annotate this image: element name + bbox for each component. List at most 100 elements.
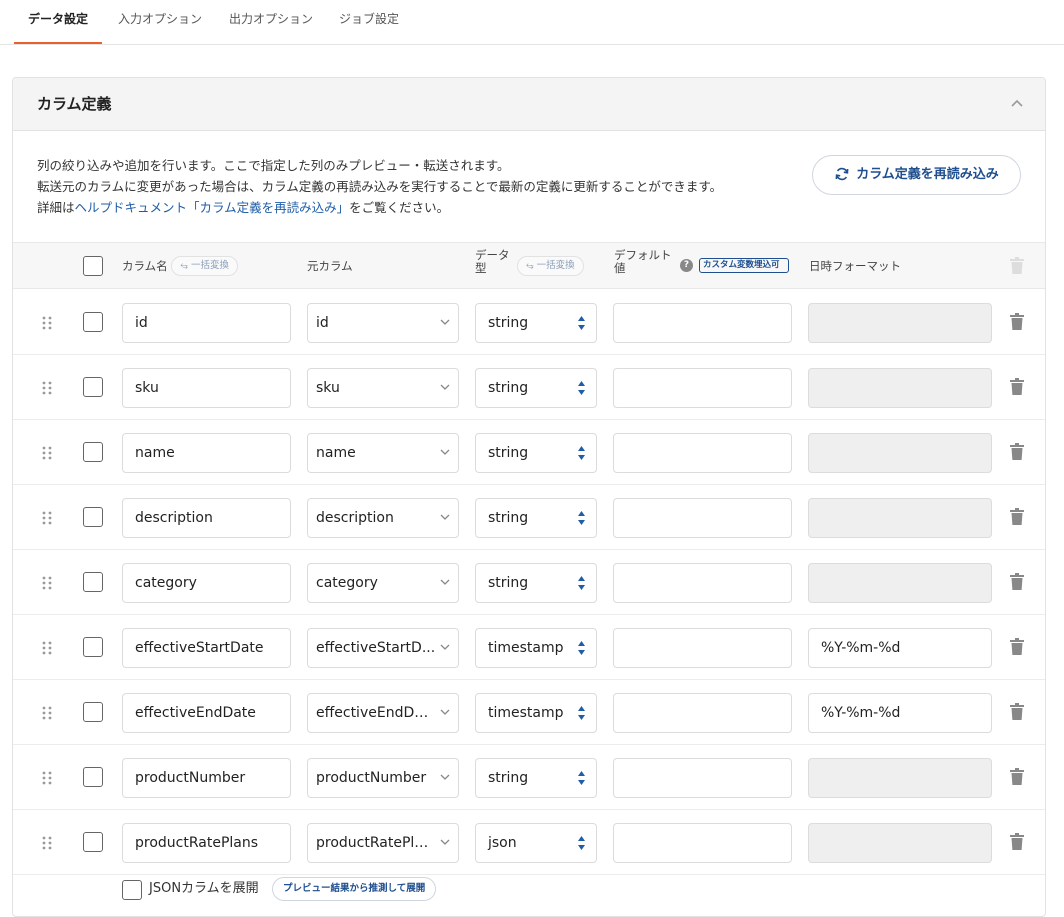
table-row: effectiveEndDate effectiveEndDate timest… (13, 680, 1045, 745)
data-type-select[interactable]: json (475, 823, 597, 863)
trash-icon[interactable] (1010, 768, 1024, 786)
column-name-input[interactable]: productRatePlans (122, 823, 291, 863)
row-checkbox[interactable] (83, 767, 103, 787)
default-value-input[interactable] (613, 628, 792, 668)
data-type-select[interactable]: string (475, 498, 597, 538)
drag-handle-icon[interactable] (41, 510, 53, 526)
trash-icon[interactable] (1010, 313, 1024, 331)
data-type-value: string (488, 770, 529, 786)
up-down-arrows-icon (578, 446, 585, 460)
default-value-input[interactable] (613, 368, 792, 408)
source-column-select[interactable]: id (307, 303, 459, 343)
column-name-input[interactable]: description (122, 498, 291, 538)
chevron-down-icon (440, 579, 450, 585)
column-name-input[interactable]: effectiveEndDate (122, 693, 291, 733)
column-definition-card: カラム定義 列の絞り込みや追加を行います。ここで指定した列のみプレビュー・転送さ… (12, 77, 1046, 917)
default-value-input[interactable] (613, 758, 792, 798)
source-column-select[interactable]: name (307, 433, 459, 473)
datetime-format-input (808, 758, 992, 798)
column-name-input[interactable]: name (122, 433, 291, 473)
up-down-arrows-icon (578, 381, 585, 395)
row-checkbox[interactable] (83, 702, 103, 722)
column-name-input[interactable]: effectiveStartDate (122, 628, 291, 668)
row-checkbox[interactable] (83, 572, 103, 592)
drag-handle-icon[interactable] (41, 770, 53, 786)
help-icon[interactable]: ? (680, 259, 693, 272)
source-column-select[interactable]: effectiveStartD... (307, 628, 459, 668)
expand-json-checkbox[interactable] (122, 880, 142, 900)
card-header[interactable]: カラム定義 (13, 78, 1045, 131)
header-column-name-label: カラム名 (122, 259, 168, 273)
source-column-select[interactable]: effectiveEndDate (307, 693, 459, 733)
header-column-name: カラム名 ⥃ 一括変換 (122, 256, 238, 276)
data-type-select[interactable]: string (475, 303, 597, 343)
default-value-input[interactable] (613, 823, 792, 863)
column-name-input[interactable]: id (122, 303, 291, 343)
datetime-format-input[interactable]: %Y-%m-%d (808, 693, 992, 733)
drag-handle-icon[interactable] (41, 315, 53, 331)
source-column-select[interactable]: productRatePla... (307, 823, 459, 863)
drag-handle-icon[interactable] (41, 835, 53, 851)
tab-output-options[interactable]: 出力オプション (229, 0, 313, 44)
trash-icon[interactable] (1010, 833, 1024, 851)
description-line-3: 詳細はヘルプドキュメント「カラム定義を再読み込み」をご覧ください。 (37, 197, 797, 218)
drag-handle-icon[interactable] (41, 380, 53, 396)
source-column-select[interactable]: description (307, 498, 459, 538)
drag-handle-icon[interactable] (41, 640, 53, 656)
data-type-select[interactable]: timestamp (475, 628, 597, 668)
drag-handle-icon[interactable] (41, 575, 53, 591)
data-type-select[interactable]: string (475, 758, 597, 798)
row-checkbox[interactable] (83, 832, 103, 852)
bulk-convert-type-button[interactable]: ⥃ 一括変換 (517, 256, 584, 276)
up-down-arrows-icon (578, 511, 585, 525)
infer-expand-button[interactable]: プレビュー結果から推測して展開 (272, 877, 437, 901)
header-data-type: データ 型 (475, 249, 510, 275)
bulk-convert-name-button[interactable]: ⥃ 一括変換 (171, 256, 238, 276)
bulk-convert-label: 一括変換 (190, 260, 229, 271)
source-column-select[interactable]: productNumber (307, 758, 459, 798)
row-checkbox[interactable] (83, 637, 103, 657)
default-value-input[interactable] (613, 693, 792, 733)
column-name-input[interactable]: productNumber (122, 758, 291, 798)
tab-input-options[interactable]: 入力オプション (118, 0, 202, 44)
source-column-value: description (316, 510, 394, 526)
custom-variable-badge[interactable]: カスタム変数埋込可 (699, 258, 789, 273)
datetime-format-input[interactable]: %Y-%m-%d (808, 628, 992, 668)
chevron-down-icon (440, 774, 450, 780)
trash-icon[interactable] (1010, 638, 1024, 656)
tab-job-settings[interactable]: ジョブ設定 (339, 0, 399, 44)
source-column-select[interactable]: sku (307, 368, 459, 408)
trash-icon-disabled (1010, 257, 1024, 274)
datetime-format-input (808, 368, 992, 408)
row-checkbox[interactable] (83, 377, 103, 397)
data-type-select[interactable]: string (475, 433, 597, 473)
data-type-select[interactable]: string (475, 563, 597, 603)
data-type-select[interactable]: string (475, 368, 597, 408)
default-value-input[interactable] (613, 303, 792, 343)
default-value-input[interactable] (613, 498, 792, 538)
trash-icon[interactable] (1010, 703, 1024, 721)
reload-column-definition-button[interactable]: カラム定義を再読み込み (812, 155, 1021, 195)
row-checkbox[interactable] (83, 312, 103, 332)
drag-handle-icon[interactable] (41, 705, 53, 721)
source-column-select[interactable]: category (307, 563, 459, 603)
trash-icon[interactable] (1010, 443, 1024, 461)
data-type-select[interactable]: timestamp (475, 693, 597, 733)
trash-icon[interactable] (1010, 378, 1024, 396)
column-name-input[interactable]: sku (122, 368, 291, 408)
chevron-up-icon[interactable] (1009, 96, 1025, 112)
table-row: effectiveStartDate effectiveStartD... ti… (13, 615, 1045, 680)
select-all-checkbox[interactable] (83, 256, 103, 276)
default-value-input[interactable] (613, 563, 792, 603)
row-checkbox[interactable] (83, 507, 103, 527)
row-checkbox[interactable] (83, 442, 103, 462)
trash-icon[interactable] (1010, 508, 1024, 526)
help-doc-link[interactable]: ヘルプドキュメント「カラム定義を再読み込み」 (75, 200, 350, 215)
datetime-format-input (808, 498, 992, 538)
drag-handle-icon[interactable] (41, 445, 53, 461)
default-value-input[interactable] (613, 433, 792, 473)
tab-data-settings[interactable]: データ設定 (14, 0, 102, 44)
datetime-format-input (808, 823, 992, 863)
column-name-input[interactable]: category (122, 563, 291, 603)
trash-icon[interactable] (1010, 573, 1024, 591)
